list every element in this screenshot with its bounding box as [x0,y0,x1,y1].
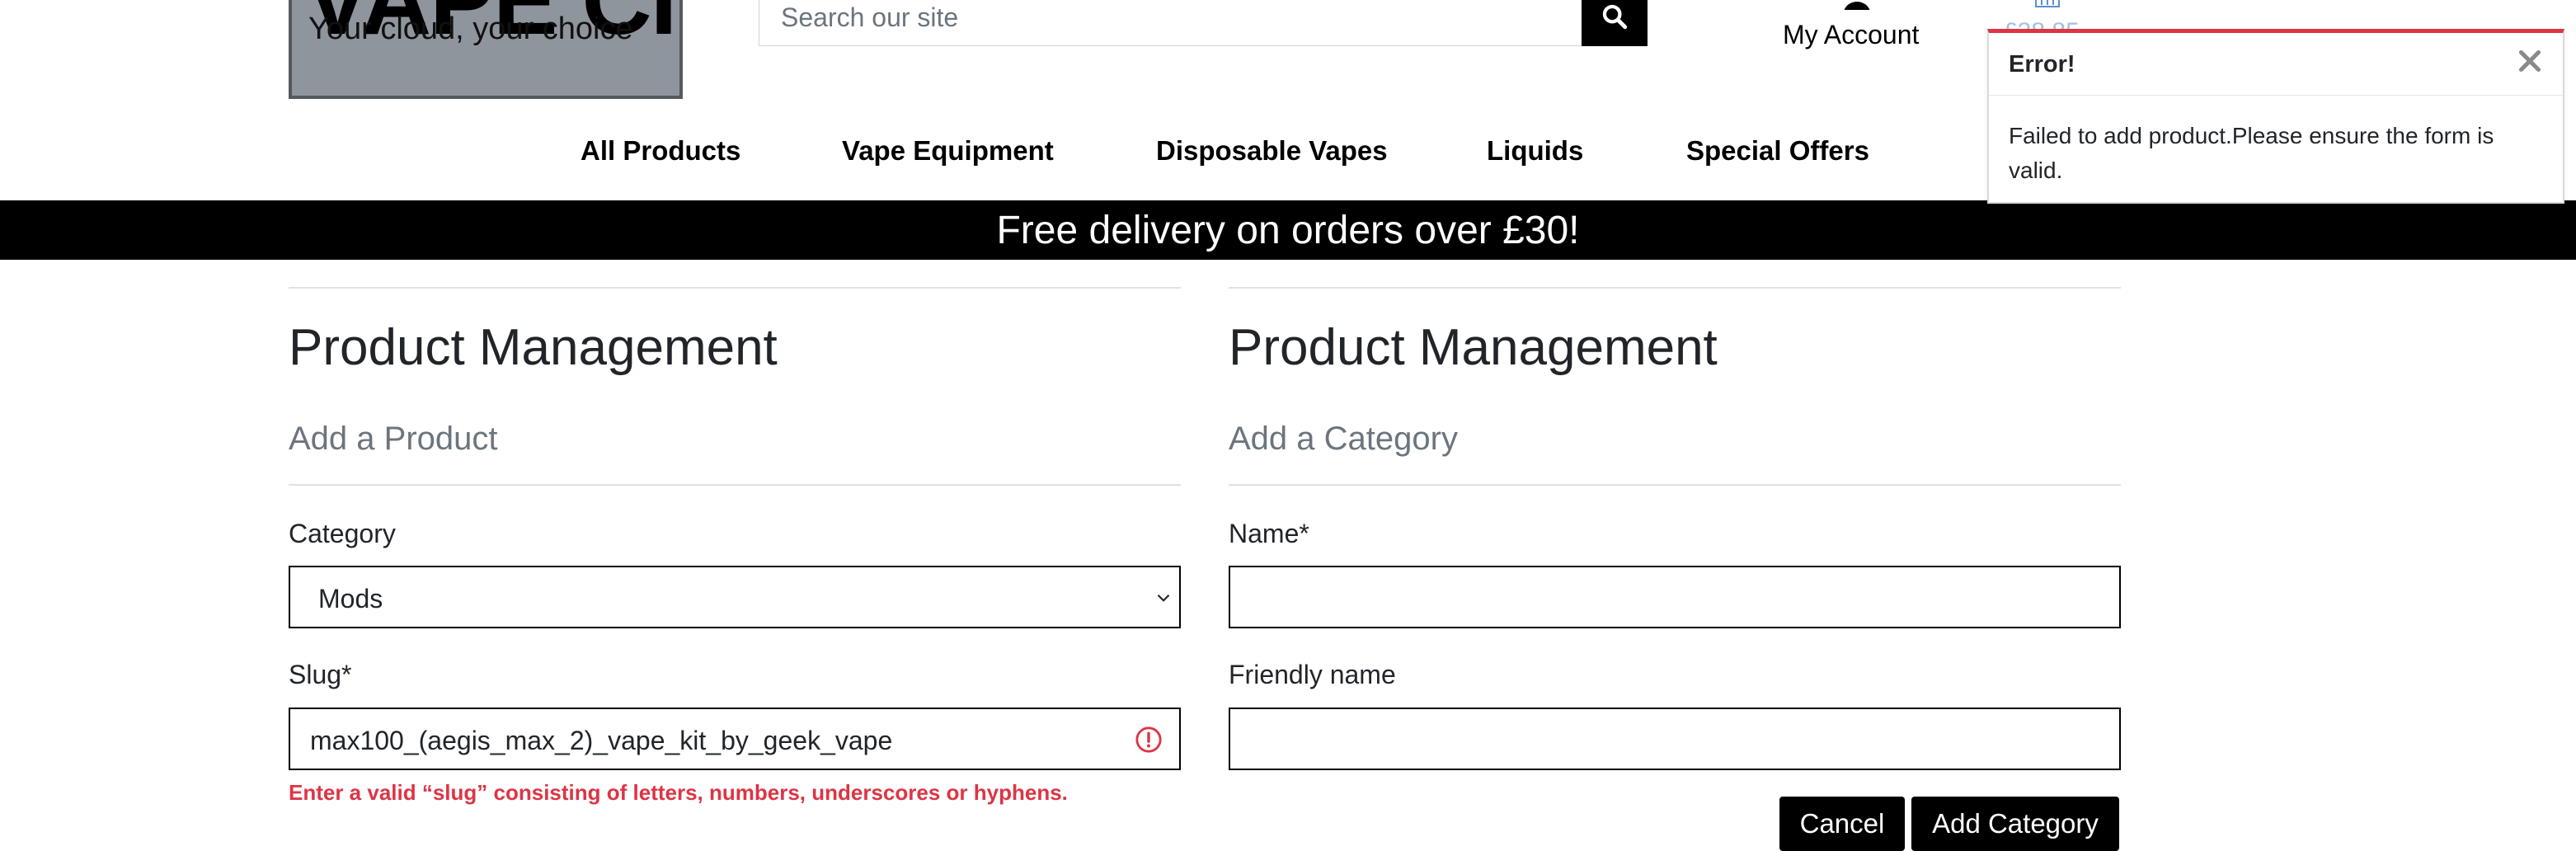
chevron-down-icon [1157,594,1170,602]
add-category-heading: Add a Category [1229,421,1458,457]
friendly-name-input[interactable] [1229,708,2121,770]
friendly-name-label: Friendly name [1229,660,1396,689]
main-nav: All Products Vape Equipment Disposable V… [289,135,2122,175]
search-icon [1602,4,1628,30]
slug-input[interactable]: max100_(aegis_max_2)_vape_kit_by_geek_va… [289,708,1181,770]
category-selected-value: Mods [318,584,383,614]
error-icon [1135,726,1162,753]
nav-vape-equipment[interactable]: Vape Equipment [842,135,1054,167]
site-logo[interactable]: VAPE CITY Your cloud, your choice [289,0,683,99]
nav-all-products[interactable]: All Products [581,135,740,167]
toast-message: Failed to add product.Please ensure the … [2009,123,2494,183]
shopping-bag-icon[interactable] [2033,0,2061,10]
nav-liquids[interactable]: Liquids [1487,135,1583,167]
cancel-button[interactable]: Cancel [1779,797,1905,851]
divider [1229,287,2121,289]
error-toast: Error! Failed to add product.Please ensu… [1987,29,2564,204]
category-page-title: Product Management [1229,319,1718,376]
nav-special-offers[interactable]: Special Offers [1686,135,1869,167]
category-label: Category [289,519,396,548]
slug-value: max100_(aegis_max_2)_vape_kit_by_geek_va… [310,726,893,755]
slug-error-message: Enter a valid “slug” consisting of lette… [289,780,1068,805]
category-select[interactable]: Mods [289,566,1181,628]
toast-title: Error! [2009,51,2075,78]
logo-tagline: Your cloud, your choice [308,12,633,46]
search-input[interactable]: Search our site [759,0,1583,46]
toast-header: Error! [1989,33,2563,96]
name-label: Name* [1229,519,1309,548]
close-icon[interactable] [2515,46,2545,76]
product-page-title: Product Management [289,319,778,376]
my-account-link[interactable]: My Account [1783,20,1919,50]
add-product-heading: Add a Product [289,421,498,457]
search-button[interactable] [1582,0,1648,46]
name-input[interactable] [1229,566,2121,628]
slug-label: Slug* [289,660,352,689]
nav-disposable-vapes[interactable]: Disposable Vapes [1156,135,1388,167]
divider [289,287,1181,289]
add-category-button[interactable]: Add Category [1911,797,2119,851]
delivery-banner: Free delivery on orders over £30! [0,200,2576,260]
account-icon[interactable] [1840,0,1873,10]
divider [1229,484,2121,486]
divider [289,484,1181,486]
